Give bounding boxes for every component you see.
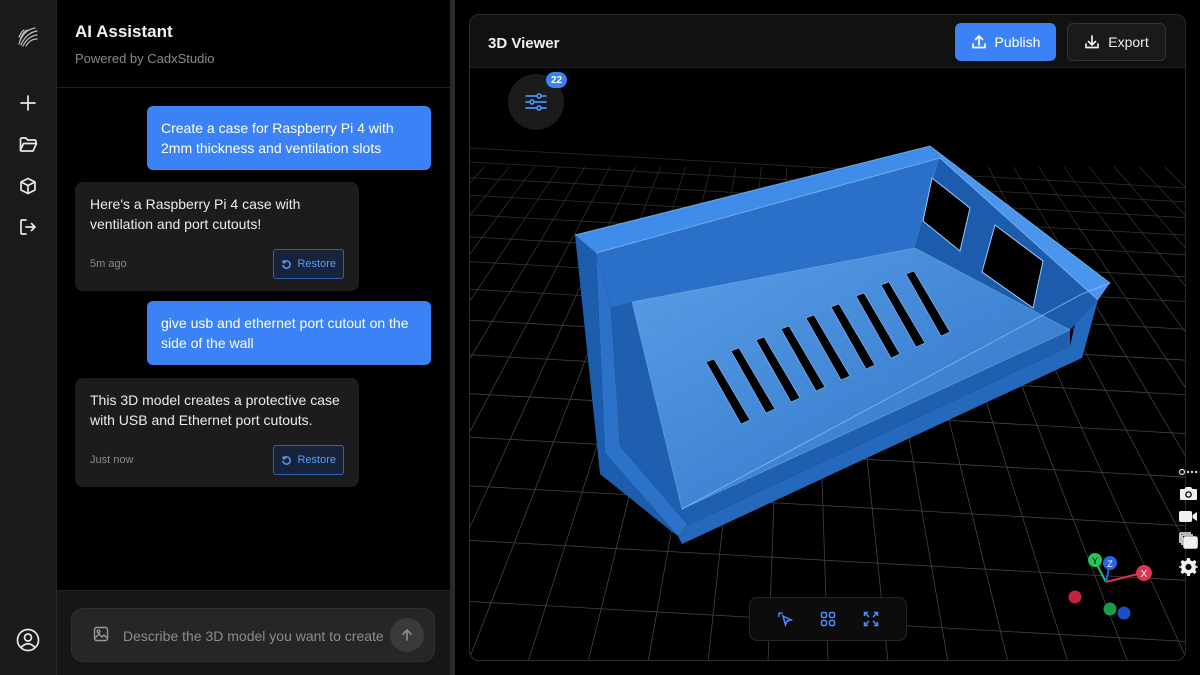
logout-icon[interactable] <box>14 213 42 241</box>
viewer-bottom-toolbar <box>749 597 907 641</box>
user-profile-icon[interactable] <box>14 626 42 654</box>
folder-icon[interactable] <box>14 130 42 158</box>
restore-button[interactable]: Restore <box>273 249 344 279</box>
message-timestamp: 5m ago <box>90 258 127 270</box>
publish-label: Publish <box>994 34 1041 50</box>
axis-neg-x-handle[interactable] <box>1068 590 1082 604</box>
axis-x-label: X <box>1141 569 1148 580</box>
viewer-panel: 3D Viewer Publish Export X Y Z 22 <box>469 14 1186 661</box>
sliders-icon <box>525 93 547 111</box>
restore-button-label: Restore <box>297 258 336 270</box>
more-options-icon[interactable] <box>1177 466 1199 478</box>
logo-icon <box>14 23 42 51</box>
cube-icon[interactable] <box>14 172 42 200</box>
axis-y-label: Y <box>1092 556 1098 566</box>
prompt-box <box>71 608 435 662</box>
select-pointer-icon[interactable] <box>772 606 798 632</box>
axis-neg-z-handle[interactable] <box>1117 606 1131 620</box>
download-icon <box>1085 35 1100 49</box>
chat-panel: AI Assistant Powered by CadxStudio Creat… <box>57 0 450 675</box>
gear-icon[interactable] <box>1177 555 1199 577</box>
assistant-message: Here's a Raspberry Pi 4 case with ventil… <box>75 182 359 291</box>
send-button[interactable] <box>390 618 424 652</box>
viewer-title: 3D Viewer <box>488 35 560 52</box>
axis-z-label: Z <box>1107 559 1113 569</box>
chat-header: AI Assistant Powered by CadxStudio <box>57 0 450 88</box>
chat-title: AI Assistant <box>75 22 173 41</box>
export-button[interactable]: Export <box>1067 23 1166 61</box>
user-message: give usb and ethernet port cutout on the… <box>147 301 431 365</box>
axis-neg-y-handle[interactable] <box>1103 602 1117 616</box>
fullscreen-icon[interactable] <box>858 606 884 632</box>
export-label: Export <box>1108 34 1149 50</box>
settings-count-badge: 22 <box>546 72 567 88</box>
image-upload-icon[interactable] <box>93 626 109 642</box>
assistant-message: This 3D model creates a protective case … <box>75 378 359 487</box>
publish-button[interactable]: Publish <box>955 23 1056 61</box>
upload-icon <box>971 35 986 49</box>
grid-view-icon[interactable] <box>815 606 841 632</box>
panel-divider[interactable] <box>450 0 455 675</box>
message-timestamp: Just now <box>90 454 134 466</box>
camera-icon[interactable] <box>1177 482 1199 504</box>
restore-button[interactable]: Restore <box>273 445 344 475</box>
assistant-message-text: This 3D model creates a protective case … <box>90 392 340 428</box>
3d-canvas[interactable]: X Y Z 22 <box>470 68 1185 660</box>
scene: X Y Z <box>470 68 1185 660</box>
user-message: Create a case for Raspberry Pi 4 with 2m… <box>147 106 431 170</box>
chat-footer <box>57 590 450 675</box>
assistant-message-text: Here's a Raspberry Pi 4 case with ventil… <box>90 196 301 232</box>
chat-subtitle: Powered by CadxStudio <box>75 51 215 66</box>
user-message-text: give usb and ethernet port cutout on the… <box>161 315 409 351</box>
video-icon[interactable] <box>1177 505 1199 527</box>
viewer-toolbar: 3D Viewer Publish Export <box>470 15 1185 68</box>
restore-button-label: Restore <box>297 454 336 466</box>
new-chat-icon[interactable] <box>14 89 42 117</box>
left-rail <box>0 0 57 675</box>
restore-icon <box>282 455 292 465</box>
arrow-up-icon <box>402 628 412 641</box>
user-message-text: Create a case for Raspberry Pi 4 with 2m… <box>161 120 394 156</box>
prompt-input[interactable] <box>123 624 385 648</box>
layers-icon[interactable] <box>1177 529 1199 551</box>
restore-icon <box>282 259 292 269</box>
